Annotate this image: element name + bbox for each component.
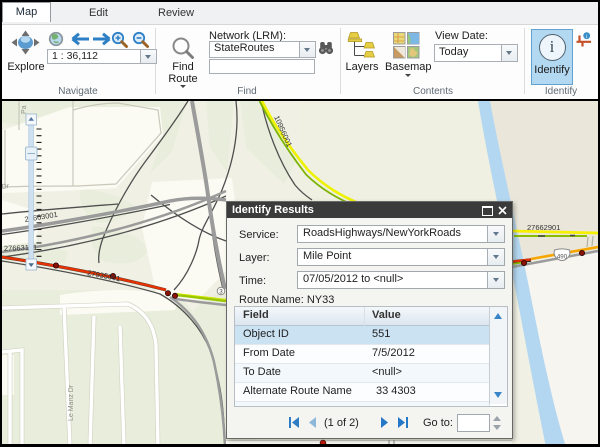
svg-text:490: 490 <box>557 254 568 261</box>
svg-text:3: 3 <box>219 288 223 295</box>
svg-text:Le Manz Dr: Le Manz Dr <box>68 384 75 421</box>
svg-text:Pa: Pa <box>21 105 28 114</box>
svg-text:27662901: 27662901 <box>527 223 560 232</box>
